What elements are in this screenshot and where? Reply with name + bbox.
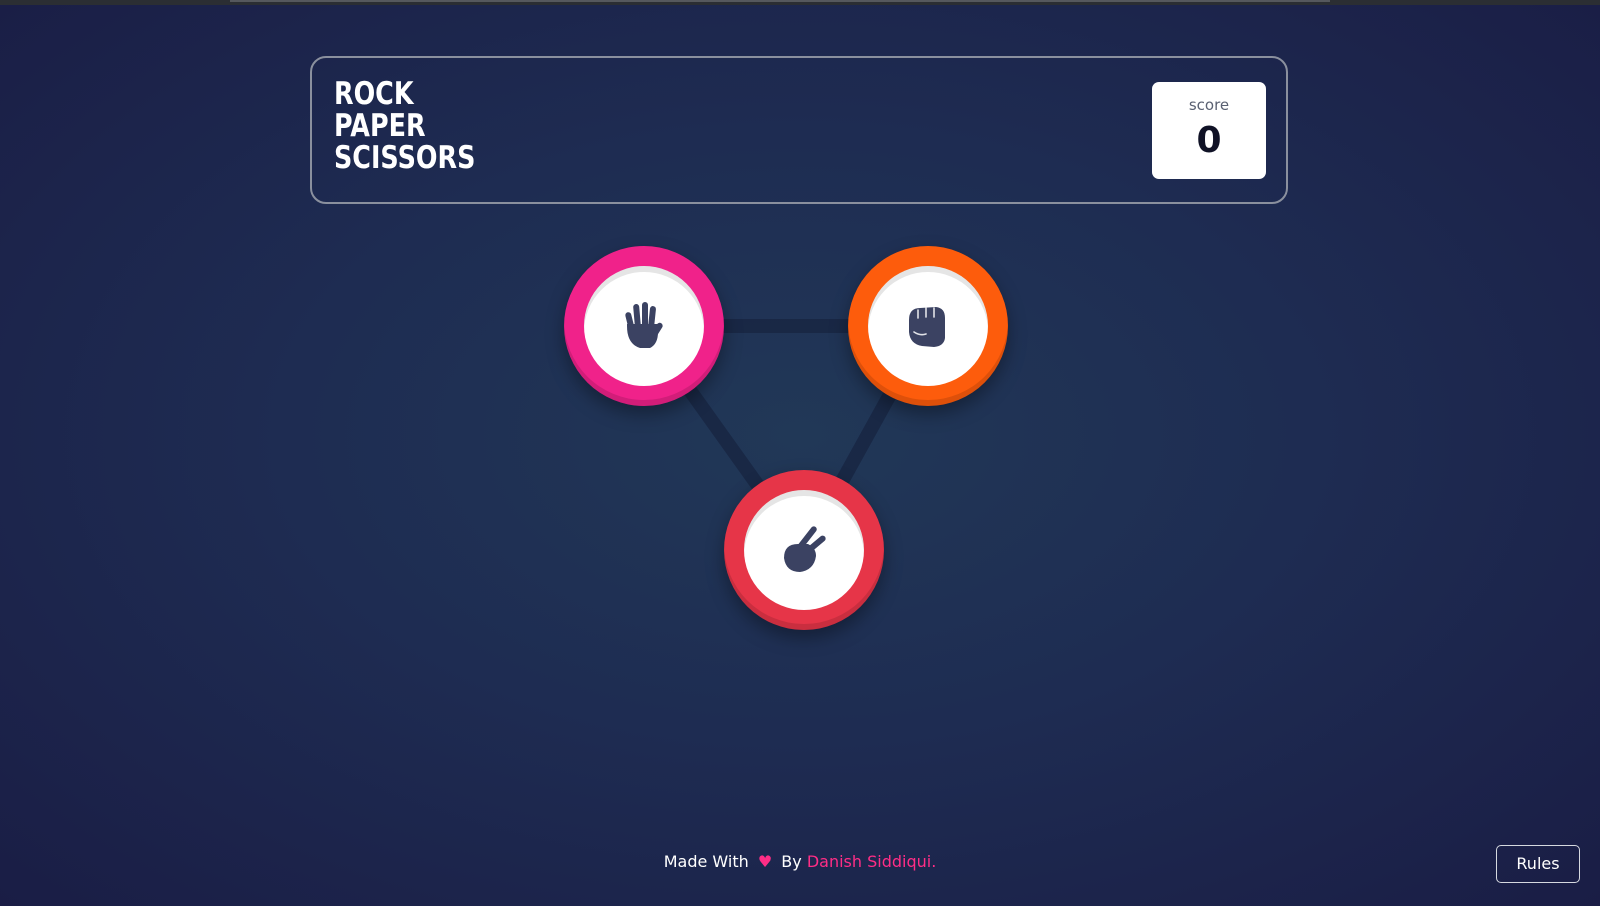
triangle-background — [637, 319, 935, 557]
rock-choice-button[interactable] — [848, 246, 1008, 406]
author-link[interactable]: Danish Siddiqui. — [807, 852, 936, 871]
footer-by: By — [781, 852, 802, 871]
footer-made-with: Made With — [663, 852, 749, 871]
paper-choice-button[interactable] — [564, 246, 724, 406]
paper-hand-icon — [625, 302, 663, 348]
scissors-choice-button[interactable] — [724, 470, 884, 630]
footer-credits: Made With ♥ By Danish Siddiqui. — [0, 852, 1600, 871]
scissors-hand-icon — [784, 526, 826, 572]
rules-button[interactable]: Rules — [1496, 845, 1580, 883]
rock-fist-icon — [909, 307, 945, 347]
heart-icon: ♥ — [757, 852, 773, 871]
